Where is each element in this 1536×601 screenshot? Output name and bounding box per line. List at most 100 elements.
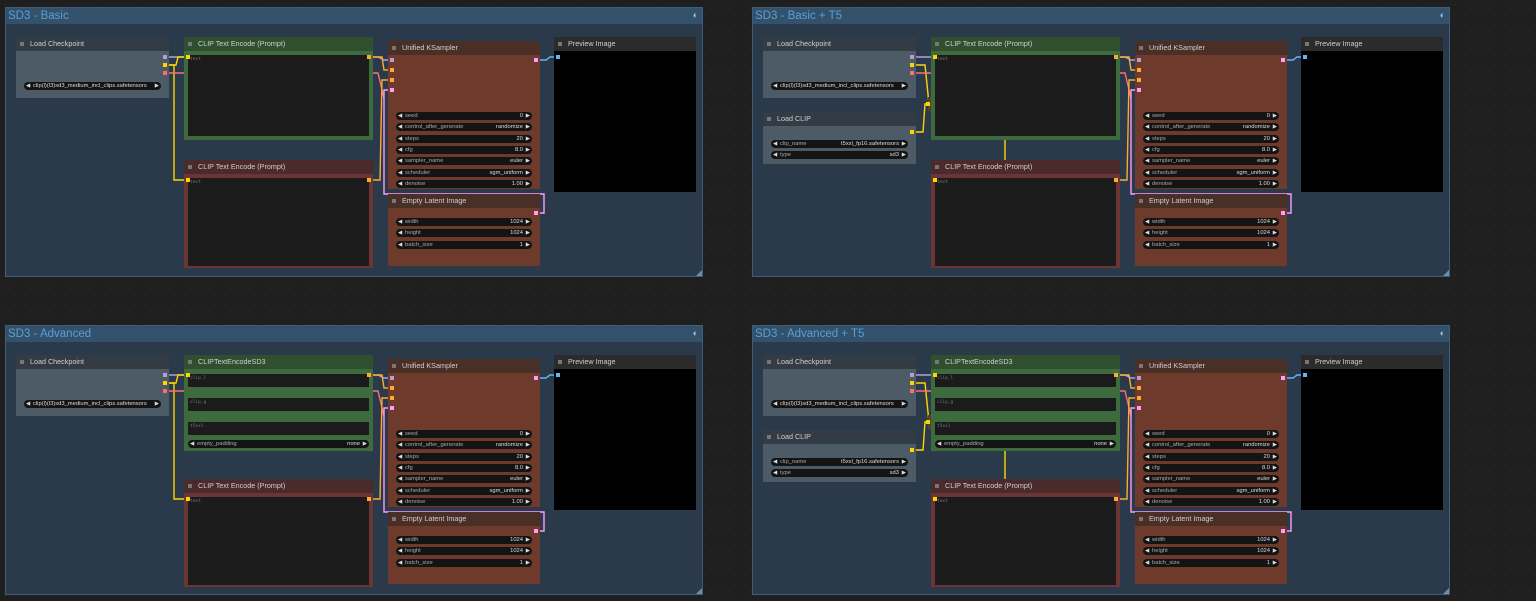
images-input-port[interactable] bbox=[1303, 55, 1307, 59]
clip-output-port[interactable] bbox=[163, 381, 167, 385]
decrement-arrow-icon[interactable]: ◀ bbox=[1145, 430, 1149, 438]
collapse-dot-icon[interactable] bbox=[1139, 199, 1143, 203]
widget-row[interactable]: ◀ clip(l)(l3)sd3_medium_incl_clips.safete… bbox=[771, 400, 908, 408]
widget-row[interactable]: ◀ denoise 1.00 ▶ bbox=[396, 497, 532, 506]
clip-input-port[interactable] bbox=[186, 55, 190, 59]
preview-canvas[interactable] bbox=[1301, 51, 1443, 192]
increment-arrow-icon[interactable]: ▶ bbox=[526, 112, 530, 120]
widget-value[interactable]: 1024 bbox=[1257, 547, 1270, 555]
clip-input-port[interactable] bbox=[933, 373, 937, 377]
increment-arrow-icon[interactable]: ▶ bbox=[526, 157, 530, 165]
positive-prompt-node-title[interactable]: CLIPTextEncodeSD3 bbox=[931, 355, 1120, 369]
increment-arrow-icon[interactable]: ▶ bbox=[526, 453, 530, 461]
widget-row[interactable]: ◀ scheduler sgm_uniform ▶ bbox=[396, 168, 532, 177]
increment-arrow-icon[interactable]: ▶ bbox=[902, 82, 906, 90]
widget-value[interactable]: randomize bbox=[496, 123, 523, 131]
conditioning-output-port[interactable] bbox=[1114, 55, 1118, 59]
decrement-arrow-icon[interactable]: ◀ bbox=[1145, 547, 1149, 555]
increment-arrow-icon[interactable]: ▶ bbox=[526, 241, 530, 249]
conditioning-output-port[interactable] bbox=[1114, 178, 1118, 182]
widget-row[interactable]: ◀ control_after_generate randomize ▶ bbox=[396, 441, 532, 450]
increment-arrow-icon[interactable]: ▶ bbox=[155, 400, 159, 408]
widget-value[interactable]: 1 bbox=[1267, 559, 1270, 567]
latent-output-port[interactable] bbox=[1281, 58, 1285, 62]
widget-value[interactable]: 1024 bbox=[1257, 229, 1270, 237]
positive-prompt-node[interactable]: CLIP Text Encode (Prompt) text bbox=[931, 37, 1120, 140]
load-checkpoint-node-title[interactable]: Load Checkpoint bbox=[763, 37, 916, 51]
negative-prompt-node-title[interactable]: CLIP Text Encode (Prompt) bbox=[184, 160, 373, 174]
widget-value[interactable]: clip(l)(l3)sd3_medium_incl_clips.safeten… bbox=[33, 82, 147, 90]
ksampler-node-title[interactable]: Unified KSampler bbox=[1135, 359, 1287, 373]
widget-value[interactable]: 20 bbox=[1264, 135, 1270, 143]
load-checkpoint-node-title[interactable]: Load Checkpoint bbox=[16, 355, 169, 369]
widget-value[interactable]: clip(l)(l3)sd3_medium_incl_clips.safeten… bbox=[780, 82, 894, 90]
node-group[interactable]: SD3 - Basic ◐ Load Checkpoint ◀ clip(l)(l3… bbox=[5, 7, 703, 277]
negative-input-port[interactable] bbox=[1137, 396, 1141, 400]
load-checkpoint-node[interactable]: Load Checkpoint ◀ clip(l)(l3)sd3_medium_in… bbox=[16, 355, 169, 416]
increment-arrow-icon[interactable]: ▶ bbox=[526, 430, 530, 438]
ksampler-node[interactable]: Unified KSampler ◀ seed 0 ▶ ◀ control_after_ge… bbox=[388, 41, 540, 189]
clip-l-textarea[interactable]: clip_l bbox=[188, 374, 369, 387]
increment-arrow-icon[interactable]: ▶ bbox=[1273, 475, 1277, 483]
increment-arrow-icon[interactable]: ▶ bbox=[1273, 536, 1277, 544]
load-checkpoint-node[interactable]: Load Checkpoint ◀ clip(l)(l3)sd3_medium_in… bbox=[763, 37, 916, 98]
decrement-arrow-icon[interactable]: ◀ bbox=[1145, 475, 1149, 483]
negative-text-input[interactable]: text bbox=[935, 178, 1116, 266]
clip-input-port[interactable] bbox=[933, 178, 937, 182]
latent_image-input-port[interactable] bbox=[1137, 406, 1141, 410]
preview-image-node[interactable]: Preview Image bbox=[554, 355, 696, 510]
increment-arrow-icon[interactable]: ▶ bbox=[1273, 157, 1277, 165]
widget-value[interactable]: none bbox=[1094, 440, 1107, 448]
collapse-dot-icon[interactable] bbox=[558, 42, 562, 46]
widget-value[interactable]: euler bbox=[1257, 475, 1270, 483]
collapse-dot-icon[interactable] bbox=[1139, 364, 1143, 368]
decrement-arrow-icon[interactable]: ◀ bbox=[398, 453, 402, 461]
positive-prompt-node-title[interactable]: CLIP Text Encode (Prompt) bbox=[931, 37, 1120, 51]
negative-text-input[interactable]: text bbox=[188, 178, 369, 266]
widget-value[interactable]: 20 bbox=[517, 453, 523, 461]
widget-row[interactable]: ◀ sampler_name euler ▶ bbox=[1143, 475, 1279, 484]
decrement-arrow-icon[interactable]: ◀ bbox=[1145, 536, 1149, 544]
decrement-arrow-icon[interactable]: ◀ bbox=[1145, 464, 1149, 472]
increment-arrow-icon[interactable]: ▶ bbox=[526, 464, 530, 472]
increment-arrow-icon[interactable]: ▶ bbox=[526, 169, 530, 177]
increment-arrow-icon[interactable]: ▶ bbox=[526, 498, 530, 506]
widget-row[interactable]: ◀ width 1024 ▶ bbox=[396, 218, 532, 226]
ksampler-node[interactable]: Unified KSampler ◀ seed 0 ▶ ◀ control_after_ge… bbox=[1135, 359, 1287, 507]
collapse-dot-icon[interactable] bbox=[20, 42, 24, 46]
widget-row[interactable]: ◀ control_after_generate randomize ▶ bbox=[1143, 441, 1279, 450]
widget-row[interactable]: ◀ control_after_generate randomize ▶ bbox=[1143, 123, 1279, 132]
model-output-port[interactable] bbox=[910, 373, 914, 377]
collapse-dot-icon[interactable] bbox=[20, 360, 24, 364]
widget-value[interactable]: sgm_uniform bbox=[489, 169, 523, 177]
increment-arrow-icon[interactable]: ▶ bbox=[1273, 180, 1277, 188]
empty-latent-node-title[interactable]: Empty Latent Image bbox=[1135, 512, 1287, 526]
vae-output-port[interactable] bbox=[163, 389, 167, 393]
decrement-arrow-icon[interactable]: ◀ bbox=[398, 123, 402, 131]
widget-value[interactable]: sgm_uniform bbox=[1236, 169, 1270, 177]
decrement-arrow-icon[interactable]: ◀ bbox=[1145, 146, 1149, 154]
widget-value[interactable]: 1.00 bbox=[512, 498, 523, 506]
collapse-dot-icon[interactable] bbox=[188, 165, 192, 169]
widget-row[interactable]: ◀ seed 0 ▶ bbox=[396, 430, 532, 438]
decrement-arrow-icon[interactable]: ◀ bbox=[398, 441, 402, 449]
collapse-dot-icon[interactable] bbox=[935, 165, 939, 169]
positive-prompt-node[interactable]: CLIPTextEncodeSD3 clip_l clip_g t5xxl ◀ empty… bbox=[184, 355, 373, 451]
widget-row[interactable]: ◀ type sd3 ▶ bbox=[771, 151, 908, 159]
clip-input-port[interactable] bbox=[933, 497, 937, 501]
widget-row[interactable]: ◀ cfg 8.0 ▶ bbox=[1143, 463, 1279, 472]
decrement-arrow-icon[interactable]: ◀ bbox=[398, 464, 402, 472]
preview-image-node[interactable]: Preview Image bbox=[1301, 37, 1443, 192]
decrement-arrow-icon[interactable]: ◀ bbox=[1145, 135, 1149, 143]
widget-value[interactable]: 20 bbox=[1264, 453, 1270, 461]
latent_image-input-port[interactable] bbox=[390, 88, 394, 92]
decrement-arrow-icon[interactable]: ◀ bbox=[398, 498, 402, 506]
widget-value[interactable]: 1024 bbox=[1257, 218, 1270, 226]
latent-output-port[interactable] bbox=[1281, 376, 1285, 380]
decrement-arrow-icon[interactable]: ◀ bbox=[773, 400, 777, 408]
widget-row[interactable]: ◀ sampler_name euler ▶ bbox=[396, 475, 532, 484]
images-input-port[interactable] bbox=[556, 373, 560, 377]
widget-row[interactable]: ◀ batch_size 1 ▶ bbox=[396, 558, 532, 567]
widget-value[interactable]: euler bbox=[510, 157, 523, 165]
collapse-dot-icon[interactable] bbox=[188, 360, 192, 364]
